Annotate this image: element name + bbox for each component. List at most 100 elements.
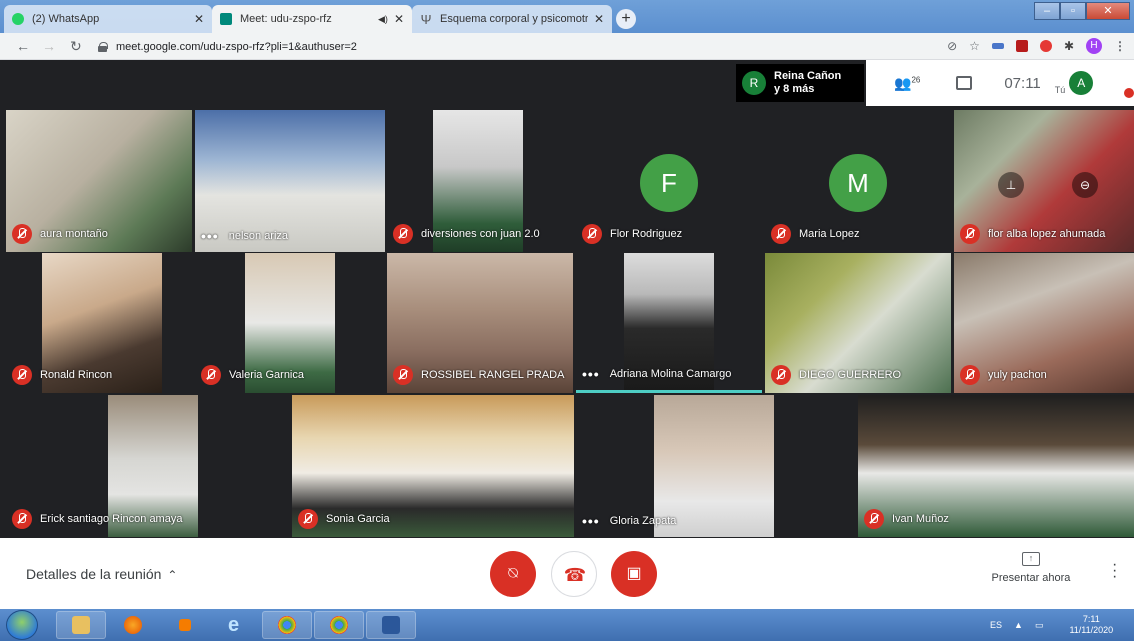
leave-call-button[interactable]: ☎ — [551, 551, 597, 597]
camera-blocked-icon[interactable]: ⊘ — [947, 39, 957, 53]
participant-tile[interactable]: M Maria Lopez — [765, 110, 951, 252]
menu-icon[interactable]: ⋮ — [1114, 39, 1126, 53]
star-icon[interactable]: ☆ — [969, 39, 980, 53]
microphone-toggle-button[interactable]: ⍉ — [490, 551, 536, 597]
present-now-button[interactable]: ↑ Presentar ahora — [986, 552, 1076, 584]
address-bar[interactable]: meet.google.com/udu-zspo-rfz?pli=1&authu… — [98, 36, 918, 57]
participant-tile[interactable]: diversiones con juan 2.0 — [387, 110, 573, 252]
mic-off-icon — [771, 365, 791, 385]
participant-name: Ivan Muñoz — [892, 513, 949, 525]
tab-meet[interactable]: Meet: udu-zspo-rfz ◀) ✕ — [212, 5, 412, 33]
profile-avatar[interactable]: H — [1086, 38, 1102, 54]
tab-whatsapp[interactable]: (2) WhatsApp ✕ — [4, 5, 212, 33]
tab-esquema[interactable]: Ψ Esquema corporal y psicomotric ✕ — [412, 5, 612, 33]
speaking-indicator-icon: ••• — [582, 366, 600, 382]
participant-tile[interactable]: DIEGO GUERRERO — [765, 253, 951, 393]
extension-icon[interactable] — [1015, 40, 1028, 52]
meeting-details-label: Detalles de la reunión — [26, 566, 162, 582]
maximize-button[interactable]: ▫ — [1060, 2, 1086, 20]
participant-tile[interactable]: ROSSIBEL RANGEL PRADA — [387, 253, 573, 393]
url-text: meet.google.com/udu-zspo-rfz?pli=1&authu… — [116, 40, 357, 53]
speaking-indicator-icon: ••• — [201, 228, 219, 244]
toolbar-icons: ⊘ ☆ ✱ H ⋮ — [947, 38, 1126, 54]
mic-off-icon — [12, 224, 32, 244]
hang-up-icon: ☎ — [563, 565, 587, 585]
media-player-icon — [179, 619, 191, 631]
close-icon[interactable]: ✕ — [594, 12, 604, 26]
self-avatar[interactable]: A — [1069, 71, 1094, 95]
meeting-details-button[interactable]: Detalles de la reunión ⌃ — [26, 566, 177, 582]
whatsapp-icon — [12, 13, 24, 25]
pin-icon[interactable]: ⊥ — [998, 172, 1024, 198]
pinterest-icon[interactable] — [1039, 40, 1052, 52]
system-tray: ES ▲ ▭ 7:11 11/11/2020 — [990, 609, 1134, 641]
participant-tile[interactable]: ••• nelson ariza — [195, 110, 385, 252]
participant-name: Valeria Garnica — [229, 369, 304, 381]
folder-icon — [72, 616, 90, 634]
clock-time: 7:11 — [1082, 614, 1100, 624]
participant-tile[interactable]: Valeria Garnica — [195, 253, 385, 393]
more-options-icon[interactable]: · · · — [1112, 557, 1117, 585]
internet-explorer-icon: e — [228, 614, 240, 636]
taskbar-word[interactable] — [366, 611, 416, 639]
participant-tile[interactable]: ⊥ ⊖ flor alba lopez ahumada — [954, 110, 1134, 252]
people-count: 26 — [911, 74, 921, 84]
close-icon[interactable]: ✕ — [394, 12, 404, 26]
remove-icon[interactable]: ⊖ — [1072, 172, 1098, 198]
participant-tile[interactable]: Erick santiago Rincon amaya — [6, 395, 286, 537]
presenter-name: Reina Cañon — [774, 70, 842, 82]
taskbar-chrome-1[interactable] — [262, 611, 312, 639]
chrome-icon — [330, 616, 348, 634]
participant-tile[interactable]: yuly pachon — [954, 253, 1134, 393]
taskbar-firefox[interactable] — [108, 611, 158, 639]
close-window-button[interactable]: ✕ — [1086, 2, 1130, 20]
participant-tile[interactable]: Ronald Rincon — [6, 253, 192, 393]
chrome-icon — [278, 616, 296, 634]
presenter-badge[interactable]: R Reina Cañon y 8 más — [736, 64, 864, 102]
puzzle-icon[interactable]: ✱ — [1064, 39, 1074, 53]
network-icon[interactable]: ▭ — [1035, 620, 1044, 631]
taskbar-media[interactable] — [160, 611, 210, 639]
participant-name: Flor Rodriguez — [610, 228, 683, 240]
taskbar-clock[interactable]: 7:11 11/11/2020 — [1069, 614, 1113, 636]
participant-tile[interactable]: Ivan Muñoz — [858, 395, 1134, 537]
participant-tile[interactable]: ••• Gloria Zapata — [576, 395, 856, 537]
participant-tile[interactable]: Sonia Garcia — [292, 395, 574, 537]
avatar: M — [829, 154, 887, 212]
close-icon[interactable]: ✕ — [194, 12, 204, 26]
participant-tile[interactable]: F Flor Rodriguez — [576, 110, 762, 252]
extension-icon[interactable] — [991, 43, 1004, 49]
new-tab-button[interactable]: + — [616, 9, 636, 29]
audio-icon[interactable]: ◀) — [378, 14, 388, 25]
video-grid: aura montaño ••• nelson ariza diversiones… — [0, 106, 1134, 538]
participant-name: flor alba lopez ahumada — [988, 228, 1106, 240]
chat-icon[interactable] — [956, 76, 973, 90]
back-button[interactable]: ← — [16, 38, 30, 54]
clock-date: 11/11/2020 — [1069, 625, 1114, 635]
forward-button[interactable]: → — [42, 38, 56, 54]
taskbar-explorer[interactable] — [56, 611, 106, 639]
mic-off-icon: ⍉ — [508, 565, 518, 582]
tab-title: (2) WhatsApp — [32, 13, 100, 25]
participant-name: Adriana Molina Camargo — [609, 368, 732, 380]
taskbar-ie[interactable]: e — [212, 611, 262, 639]
mic-off-icon — [393, 365, 413, 385]
tab-title: Meet: udu-zspo-rfz — [240, 13, 332, 25]
participant-name: DIEGO GUERRERO — [799, 369, 902, 381]
language-indicator[interactable]: ES — [990, 620, 1002, 630]
avatar: R — [742, 71, 766, 95]
mic-off-icon — [771, 224, 791, 244]
minimize-button[interactable]: – — [1034, 2, 1060, 20]
participant-tile[interactable]: aura montaño — [6, 110, 192, 252]
taskbar-chrome-2[interactable] — [314, 611, 364, 639]
start-button[interactable] — [6, 610, 38, 640]
show-hidden-icons-icon[interactable]: ▲ — [1014, 620, 1023, 630]
camera-toggle-button[interactable]: ▣ — [611, 551, 657, 597]
meet-icon — [220, 13, 232, 25]
people-button[interactable]: 👥26 — [894, 75, 920, 92]
participant-tile[interactable]: ••• Adriana Molina Camargo — [576, 253, 762, 393]
reload-button[interactable]: ↻ — [70, 38, 82, 55]
participant-name: yuly pachon — [988, 369, 1047, 381]
browser-tab-strip: (2) WhatsApp ✕ Meet: udu-zspo-rfz ◀) ✕ Ψ… — [0, 0, 1134, 33]
browser-toolbar: ← → ↻ meet.google.com/udu-zspo-rfz?pli=1… — [0, 33, 1134, 60]
